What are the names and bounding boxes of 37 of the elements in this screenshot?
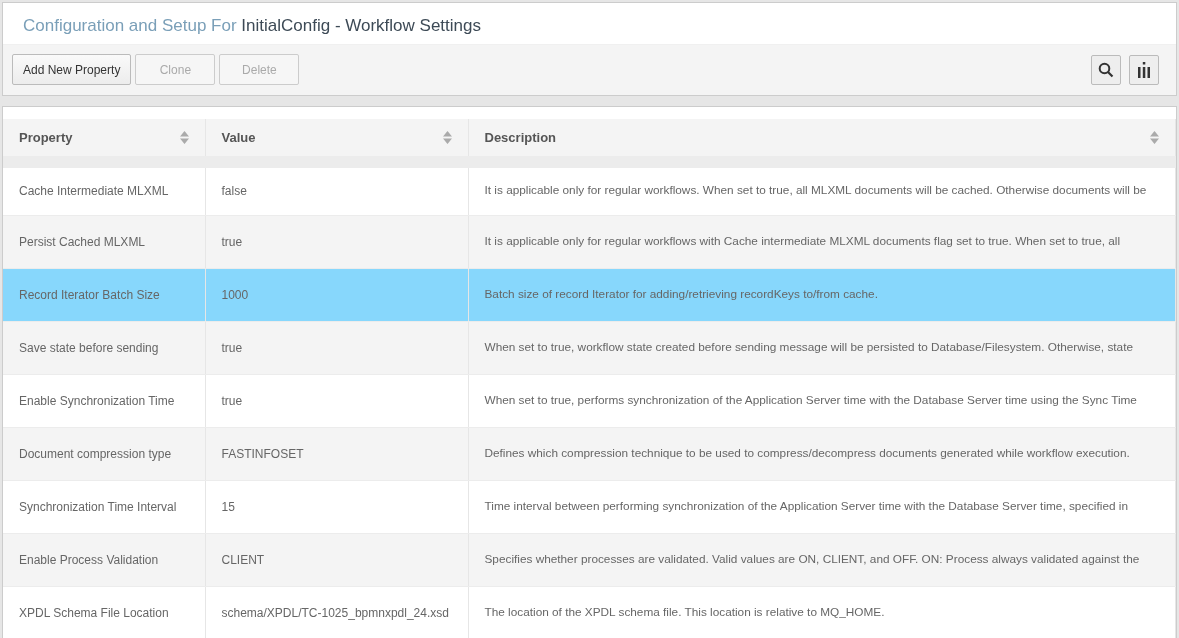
property-cell: XPDL Schema File Location [3,586,205,638]
sort-icon [442,131,452,144]
description-cell: Batch size of record Iterator for adding/retrieving recordKeys to/from cache. [468,268,1176,321]
description-cell: When set to true, performs synchronization of the Application Server time with the Database Server time using the Sync Time [468,374,1176,427]
page-title-prefix: Configuration and Setup For [23,16,237,35]
value-cell: true [205,321,468,374]
property-cell: Persist Cached MLXML [3,215,205,268]
description-cell: Time interval between performing synchronization of the Application Server time with the Database Server time, specified in [468,480,1176,533]
value-cell: schema/XPDL/TC-1025_bpmnxpdl_24.xsd [205,586,468,638]
description-cell: Specifies whether processes are validated. Valid values are ON, CLIENT, and OFF. ON: Process always validated against the [468,533,1176,586]
description-cell: The location of the XPDL schema file. This location is relative to MQ_HOME. [468,586,1176,638]
value-cell: true [205,374,468,427]
description-cell: Defines which compression technique to be used to compress/decompress documents generated while workflow execution. [468,427,1176,480]
property-cell: Enable Synchronization Time [3,374,205,427]
property-cell: Record Iterator Batch Size [3,268,205,321]
columns-button[interactable] [1129,54,1159,85]
column-header-label: Value [221,128,256,147]
value-cell: CLIENT [205,533,468,586]
toolbar-button[interactable]: Add New Property [12,54,132,85]
column-bars-icon [1136,60,1152,79]
search-icon [1098,61,1114,78]
value-cell: true [205,215,468,268]
column-header-label: Description [484,128,556,147]
description-cell: It is applicable only for regular workflows with Cache intermediate MLXML documents flag set to true. When set to true, all [468,215,1176,268]
property-cell: Save state before sending [3,321,205,374]
value-cell: 1000 [205,268,468,321]
sort-icon [179,131,189,144]
page-title: InitialConfig - Workflow Settings [241,16,481,35]
sort-icon [1150,131,1159,144]
value-cell: FASTINFOSET [205,427,468,480]
property-cell: Synchronization Time Interval [3,480,205,533]
value-cell: 15 [205,480,468,533]
property-cell: Enable Process Validation [3,533,205,586]
description-cell: When set to true, workflow state created before sending message will be persisted to Database/Filesystem. Otherwise, state [468,321,1176,374]
column-header-label: Property [19,128,73,147]
search-button[interactable] [1091,54,1121,85]
property-cell: Document compression type [3,427,205,480]
